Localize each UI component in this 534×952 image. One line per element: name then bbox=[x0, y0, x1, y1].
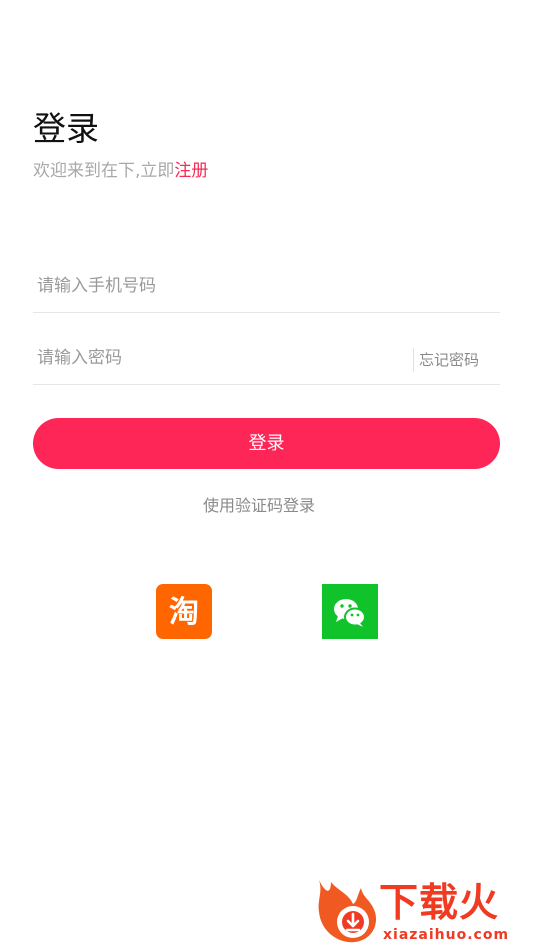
forgot-password-link[interactable]: 忘记密码 bbox=[419, 348, 479, 372]
taobao-login-button[interactable]: 淘 bbox=[156, 584, 212, 639]
page-title: 登录 bbox=[33, 109, 99, 148]
phone-input[interactable] bbox=[37, 262, 397, 310]
flame-logo-icon bbox=[318, 880, 377, 943]
register-link[interactable]: 注册 bbox=[174, 161, 208, 181]
welcome-subtitle: 欢迎来到在下,立即注册 bbox=[33, 159, 208, 183]
password-input[interactable] bbox=[37, 334, 397, 382]
password-field: 忘记密码 bbox=[33, 334, 500, 385]
taobao-glyph: 淘 bbox=[169, 595, 199, 630]
taobao-icon: 淘 bbox=[169, 595, 199, 630]
sms-login-link[interactable]: 使用验证码登录 bbox=[0, 494, 518, 518]
watermark: 下载火 xiazaihuo.com bbox=[313, 878, 534, 948]
watermark-brand: 下载火 bbox=[379, 881, 500, 926]
phone-field bbox=[33, 262, 500, 313]
login-button[interactable]: 登录 bbox=[33, 418, 500, 469]
wechat-login-button[interactable] bbox=[322, 584, 378, 639]
watermark-url: xiazaihuo.com bbox=[383, 927, 510, 943]
wechat-icon bbox=[334, 599, 366, 627]
forgot-divider bbox=[413, 348, 414, 372]
welcome-text: 欢迎来到在下,立即 bbox=[33, 161, 175, 181]
